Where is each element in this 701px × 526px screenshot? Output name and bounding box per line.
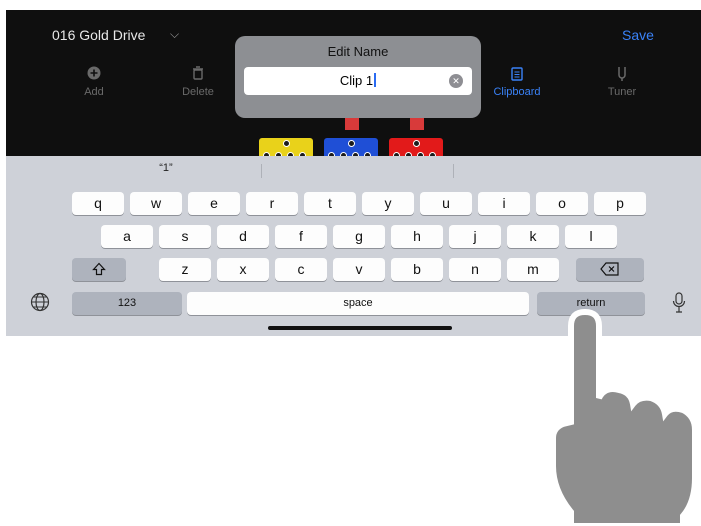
name-input-value: Clip 1 (339, 73, 374, 88)
suggestion-item[interactable]: “1” (136, 162, 196, 174)
add-button[interactable]: Add (59, 66, 129, 98)
clipboard-icon (482, 66, 552, 86)
key-q[interactable]: q (72, 192, 124, 215)
key-m[interactable]: m (507, 258, 559, 281)
key-c[interactable]: c (275, 258, 327, 281)
key-k[interactable]: k (507, 225, 559, 248)
clipboard-label: Clipboard (493, 86, 541, 98)
dialog-title: Edit Name (327, 44, 389, 59)
key-e[interactable]: e (188, 192, 240, 215)
key-u[interactable]: u (420, 192, 472, 215)
key-r[interactable]: r (246, 192, 298, 215)
suggestion-divider (453, 164, 454, 178)
shift-arrow-icon (92, 262, 106, 276)
save-button[interactable]: Save (622, 27, 654, 43)
name-input[interactable]: Clip 1 ✕ (244, 67, 472, 95)
key-f[interactable]: f (275, 225, 327, 248)
key-t[interactable]: t (304, 192, 356, 215)
key-s[interactable]: s (159, 225, 211, 248)
key-g[interactable]: g (333, 225, 385, 248)
clear-text-icon[interactable]: ✕ (449, 74, 463, 88)
key-p[interactable]: p (594, 192, 646, 215)
key-z[interactable]: z (159, 258, 211, 281)
tuner-button[interactable]: Tuner (587, 66, 657, 98)
key-j[interactable]: j (449, 225, 501, 248)
key-n[interactable]: n (449, 258, 501, 281)
app-screen: 016 Gold Drive ⌵ Save Add Delete Clipboa… (6, 10, 701, 336)
chevron-down-icon[interactable]: ⌵ (170, 27, 179, 42)
key-b[interactable]: b (391, 258, 443, 281)
key-o[interactable]: o (536, 192, 588, 215)
key-w[interactable]: w (130, 192, 182, 215)
backspace-key[interactable] (576, 258, 644, 281)
trash-icon (163, 66, 233, 86)
signal-chain-connector (345, 116, 359, 130)
key-y[interactable]: y (362, 192, 414, 215)
key-x[interactable]: x (217, 258, 269, 281)
plus-circle-icon (59, 66, 129, 86)
delete-label: Delete (182, 86, 214, 98)
suggestion-bar: “1” (6, 156, 701, 184)
tap-hand-icon (550, 308, 698, 526)
key-h[interactable]: h (391, 225, 443, 248)
key-a[interactable]: a (101, 225, 153, 248)
text-caret (374, 73, 377, 87)
preset-name[interactable]: 016 Gold Drive (52, 27, 145, 43)
add-label: Add (84, 86, 104, 98)
delete-button[interactable]: Delete (163, 66, 233, 98)
clipboard-button[interactable]: Clipboard (482, 66, 552, 98)
globe-icon[interactable] (28, 292, 52, 317)
tuner-label: Tuner (607, 86, 637, 98)
shift-key[interactable] (72, 258, 126, 281)
suggestion-divider (261, 164, 262, 178)
space-key[interactable]: space (187, 292, 529, 315)
edit-name-dialog: Edit Name Clip 1 ✕ (235, 36, 481, 118)
home-indicator (268, 326, 452, 330)
signal-chain-connector (410, 116, 424, 130)
tuner-icon (587, 66, 657, 86)
key-d[interactable]: d (217, 225, 269, 248)
backspace-icon (600, 262, 619, 276)
numbers-key[interactable]: 123 (72, 292, 182, 315)
key-v[interactable]: v (333, 258, 385, 281)
key-l[interactable]: l (565, 225, 617, 248)
key-i[interactable]: i (478, 192, 530, 215)
